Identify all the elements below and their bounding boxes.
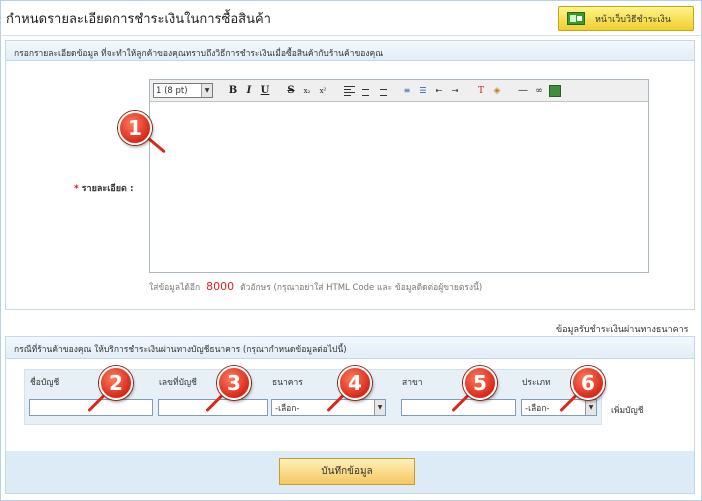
strikethrough-button[interactable]: S xyxy=(285,84,297,98)
payment-page-icon xyxy=(567,12,585,25)
subscript-button[interactable]: x₂ xyxy=(301,84,313,98)
details-panel-header: กรอกรายละเอียดข้อมูล ที่จะทำให้ลูกค้าของ… xyxy=(6,41,694,61)
align-right-icon[interactable] xyxy=(375,84,387,98)
bank-section-caption: ข้อมูลรับชำระเงินผ่านทางธนาคาร xyxy=(556,325,689,335)
text-color-icon[interactable]: T xyxy=(475,84,487,98)
indent-icon[interactable]: ⇥ xyxy=(449,84,461,98)
bank-label: ธนาคาร xyxy=(272,378,303,388)
details-panel: กรอกรายละเอียดข้อมูล ที่จะทำให้ลูกค้าของ… xyxy=(5,40,695,310)
account-number-label: เลขที่บัญชี xyxy=(159,378,197,388)
character-limit-hint: ใส่ข้อมูลได้อีก 8000 ตัวอักษร (กรุณาอย่า… xyxy=(149,280,482,294)
outdent-icon[interactable]: ⇤ xyxy=(433,84,445,98)
chevron-down-icon: ▼ xyxy=(374,400,385,415)
branch-label: สาขา xyxy=(402,378,423,388)
callout-marker-1: 1 xyxy=(118,111,152,145)
add-account-link[interactable]: เพิ่มบัญชี xyxy=(611,403,644,417)
callout-marker-5: 5 xyxy=(463,366,497,400)
bank-select-value: -เลือก- xyxy=(275,403,300,414)
link-icon[interactable]: ∞ xyxy=(533,84,545,98)
horizontal-rule-icon[interactable]: — xyxy=(517,84,529,98)
italic-button[interactable]: I xyxy=(243,84,255,98)
bank-panel: กรณีที่ร้านค้าของคุณ ให้บริการชำระเงินผ่… xyxy=(5,336,695,494)
bold-button[interactable]: B xyxy=(227,84,239,98)
account-type-value: -เลือก- xyxy=(525,403,550,414)
align-center-icon[interactable] xyxy=(359,84,371,98)
editor-toolbar: 1 (8 pt) ▼ B I U S x₂ x² ≡ ☰ ⇤ ⇥ T ◈ — ∞ xyxy=(150,80,648,102)
details-label-text: รายละเอียด : xyxy=(81,184,134,194)
rich-text-editor: 1 (8 pt) ▼ B I U S x₂ x² ≡ ☰ ⇤ ⇥ T ◈ — ∞ xyxy=(149,79,649,273)
payment-help-button-label: หน้าเว็บวิธีชำระเงิน xyxy=(595,14,671,25)
font-size-value: 1 (8 pt) xyxy=(156,85,188,96)
numbered-list-icon[interactable]: ≡ xyxy=(401,84,413,98)
bank-panel-header: กรณีที่ร้านค้าของคุณ ให้บริการชำระเงินผ่… xyxy=(6,337,694,359)
chevron-down-icon: ▼ xyxy=(585,400,596,415)
callout-marker-3: 3 xyxy=(217,366,251,400)
underline-button[interactable]: U xyxy=(259,84,271,98)
details-field-label: * รายละเอียด : xyxy=(74,181,134,195)
align-left-icon[interactable] xyxy=(343,84,355,98)
account-type-select[interactable]: -เลือก- ▼ xyxy=(521,399,597,416)
required-marker: * xyxy=(74,184,79,194)
chevron-down-icon: ▼ xyxy=(201,84,212,97)
account-name-label: ชื่อบัญชี xyxy=(30,378,60,388)
superscript-button[interactable]: x² xyxy=(317,84,329,98)
details-textarea[interactable] xyxy=(150,102,648,272)
bullet-list-icon[interactable]: ☰ xyxy=(417,84,429,98)
payment-help-button[interactable]: หน้าเว็บวิธีชำระเงิน xyxy=(558,6,694,31)
callout-marker-4: 4 xyxy=(338,366,372,400)
callout-marker-6: 6 xyxy=(571,366,605,400)
hint-count: 8000 xyxy=(206,280,235,293)
page-title: กำหนดรายละเอียดการชำระเงินในการซื้อสินค้… xyxy=(6,12,271,27)
account-type-label: ประเภท xyxy=(522,378,551,388)
insert-image-icon[interactable] xyxy=(549,84,561,97)
background-color-icon[interactable]: ◈ xyxy=(491,84,503,98)
save-button[interactable]: บันทึกข้อมูล xyxy=(279,458,415,485)
callout-marker-2: 2 xyxy=(99,366,133,400)
title-divider xyxy=(0,35,702,36)
hint-suffix: ตัวอักษร (กรุณาอย่าใส่ HTML Code และ ข้อ… xyxy=(240,283,483,293)
hint-prefix: ใส่ข้อมูลได้อีก xyxy=(149,283,201,293)
font-size-select[interactable]: 1 (8 pt) ▼ xyxy=(153,83,213,98)
